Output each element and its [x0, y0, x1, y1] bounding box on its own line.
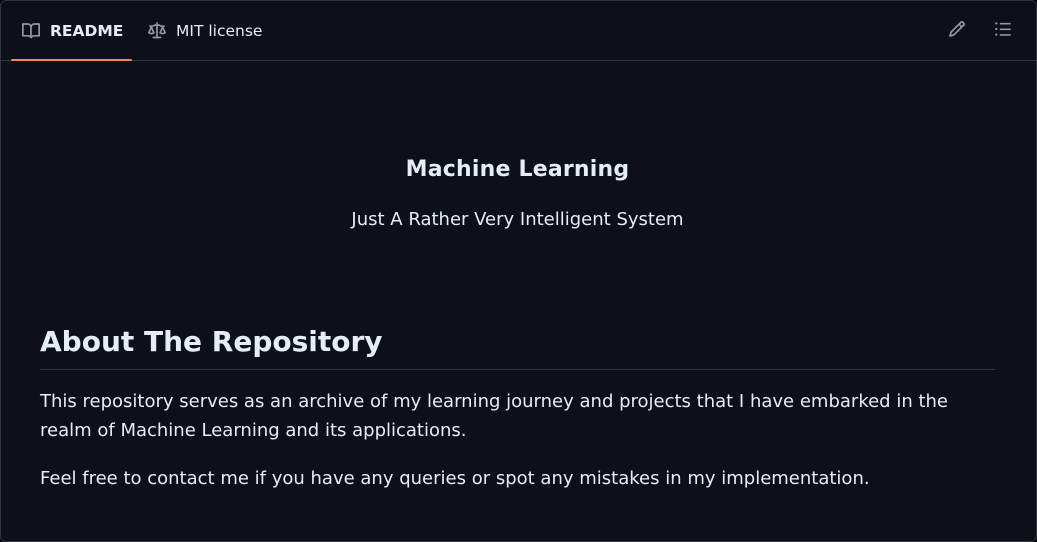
list-unordered-icon — [994, 20, 1012, 42]
section-heading: About The Repository — [40, 324, 995, 370]
tab-license[interactable]: MIT license — [137, 1, 270, 60]
book-icon — [21, 21, 41, 41]
readme-box: README MIT license Machine Learning Just… — [0, 0, 1037, 542]
readme-tab-bar: README MIT license — [1, 1, 1036, 61]
readme-subtitle: Just A Rather Very Intelligent System — [351, 209, 684, 230]
paragraph: This repository serves as an archive of … — [40, 391, 948, 441]
readme-title: Machine Learning — [405, 157, 630, 182]
active-tab-underline — [11, 59, 133, 61]
law-icon — [147, 21, 167, 41]
tab-readme-label: README — [50, 21, 124, 40]
pencil-icon — [948, 20, 966, 42]
paragraph: Feel free to contact me if you have any … — [40, 468, 870, 489]
tab-license-label: MIT license — [176, 21, 263, 40]
edit-readme-button[interactable] — [947, 21, 967, 41]
outline-button[interactable] — [993, 21, 1013, 41]
tab-readme[interactable]: README — [11, 1, 133, 61]
